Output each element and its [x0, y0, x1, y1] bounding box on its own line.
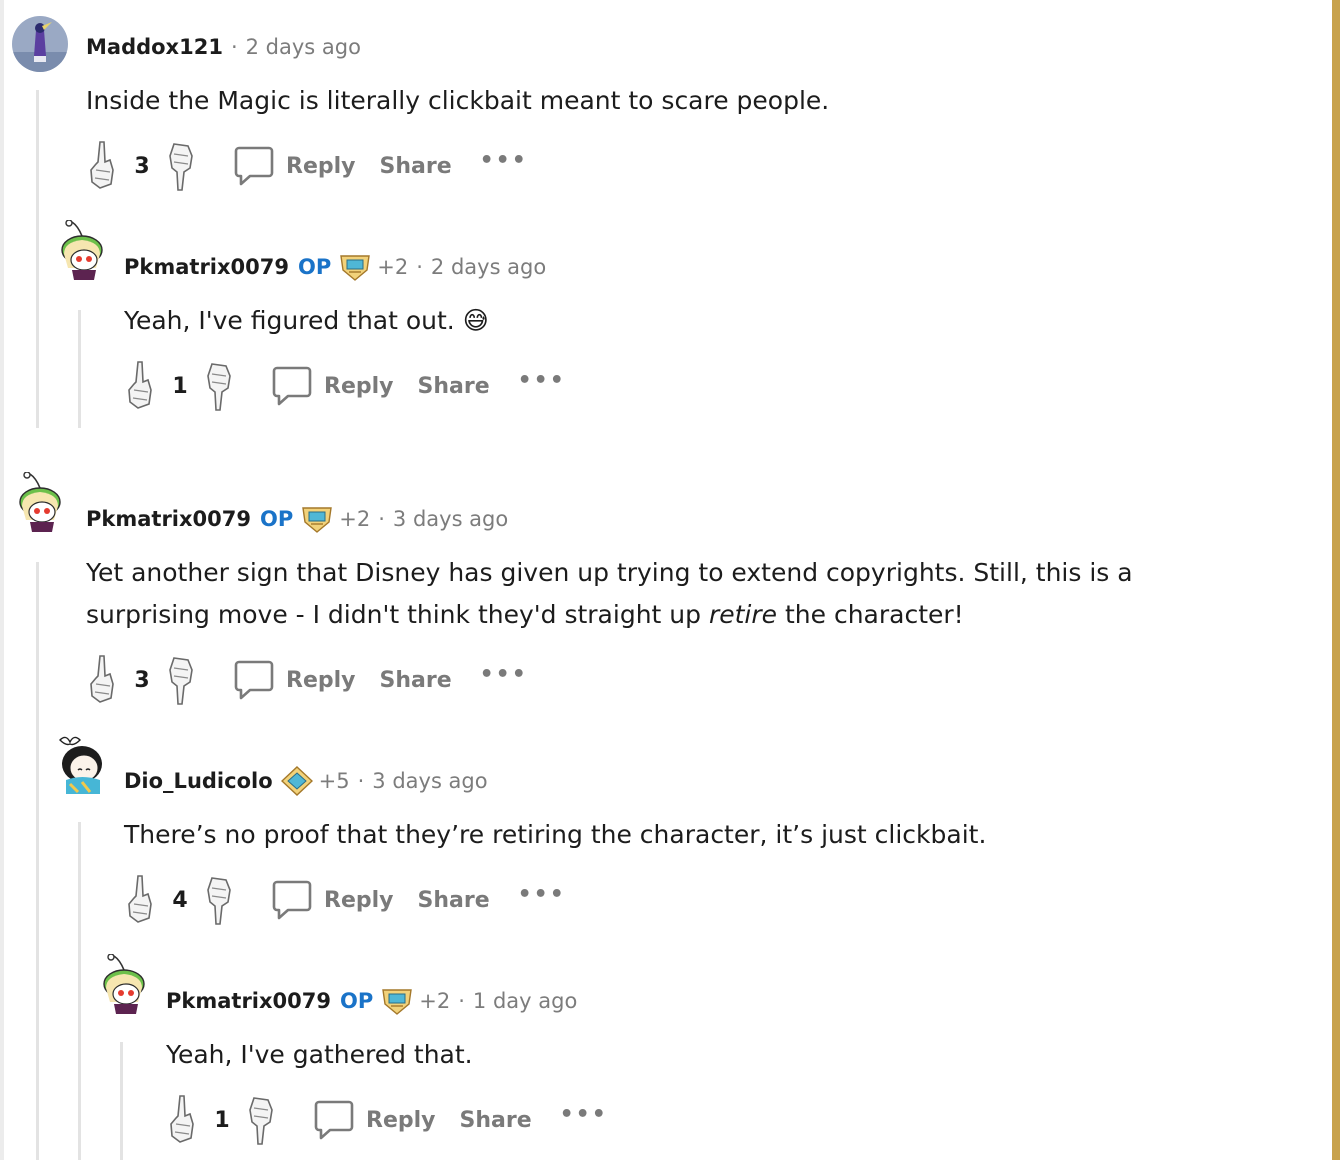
share-button[interactable]: Share — [380, 668, 452, 693]
separator-dot: · — [416, 255, 423, 279]
thread-line[interactable] — [120, 1042, 123, 1160]
comment-bubble-icon — [272, 365, 312, 407]
comment-bubble-icon — [234, 145, 274, 187]
comment-bubble-icon — [234, 659, 274, 701]
op-badge: OP — [260, 507, 294, 531]
upvote-icon[interactable] — [86, 654, 120, 706]
timestamp[interactable]: 2 days ago — [246, 35, 361, 59]
reply-label: Reply — [286, 153, 356, 179]
comment-body: Inside the Magic is literally clickbait … — [86, 86, 830, 115]
award-count: +5 — [318, 769, 350, 793]
body-text-emphasis: retire — [708, 600, 778, 629]
comment-bubble-icon — [272, 879, 312, 921]
award-badge-icon — [301, 504, 333, 534]
share-button[interactable]: Share — [460, 1108, 532, 1133]
body-text-segment: the character! — [777, 600, 964, 629]
username[interactable]: Dio_Ludicolo — [124, 769, 273, 793]
avatar[interactable] — [12, 16, 68, 72]
timestamp[interactable]: 3 days ago — [393, 507, 508, 531]
reply-button[interactable]: Reply — [272, 879, 394, 921]
reply-label: Reply — [324, 373, 394, 399]
comment-meta: Pkmatrix0079 OP +2 · 1 day ago — [166, 986, 577, 1016]
more-options-icon[interactable]: ••• — [518, 368, 566, 393]
timestamp[interactable]: 1 day ago — [473, 989, 577, 1013]
op-badge: OP — [298, 255, 332, 279]
vote-score: 1 — [214, 1107, 230, 1133]
reply-label: Reply — [324, 887, 394, 913]
body-text-segment: surprising move - I didn't think they'd … — [86, 600, 709, 629]
award-count: +2 — [377, 255, 409, 279]
comment-body: There’s no proof that they’re retiring t… — [124, 820, 987, 849]
downvote-icon[interactable] — [164, 140, 198, 192]
comment-meta: Pkmatrix0079 OP +2 · 2 days ago — [124, 252, 546, 282]
award-count: +2 — [419, 989, 451, 1013]
comment-meta: Pkmatrix0079 OP +2 · 3 days ago — [86, 504, 508, 534]
downvote-icon[interactable] — [164, 654, 198, 706]
reply-button[interactable]: Reply — [234, 145, 356, 187]
left-edge — [0, 0, 4, 1160]
thread-line[interactable] — [78, 310, 81, 428]
award-badge-icon — [381, 986, 413, 1016]
username[interactable]: Pkmatrix0079 — [124, 255, 289, 279]
vote-score: 3 — [134, 667, 150, 693]
comment-meta: Dio_Ludicolo +5 · 3 days ago — [124, 766, 488, 796]
share-button[interactable]: Share — [380, 154, 452, 179]
more-options-icon[interactable]: ••• — [480, 148, 528, 173]
vote-score: 1 — [172, 373, 188, 399]
comment-body-line: surprising move - I didn't think they'd … — [86, 594, 1133, 636]
comment-actions: 1 Reply Share ••• — [124, 360, 566, 412]
more-options-icon[interactable]: ••• — [560, 1102, 608, 1127]
right-accent-bar — [1332, 0, 1340, 1160]
more-options-icon[interactable]: ••• — [518, 882, 566, 907]
thread-line[interactable] — [78, 822, 81, 1160]
reply-label: Reply — [286, 667, 356, 693]
op-badge: OP — [340, 989, 374, 1013]
downvote-icon[interactable] — [202, 360, 236, 412]
upvote-icon[interactable] — [124, 360, 158, 412]
comment-body-line: Yet another sign that Disney has given u… — [86, 558, 1133, 587]
thread-line[interactable] — [36, 90, 39, 428]
avatar[interactable] — [54, 220, 110, 292]
comment-body: Yet another sign that Disney has given u… — [86, 552, 1133, 636]
upvote-icon[interactable] — [124, 874, 158, 926]
separator-dot: · — [230, 35, 238, 59]
comment-body: Yeah, I've figured that out. 😅 — [124, 306, 489, 335]
timestamp[interactable]: 3 days ago — [372, 769, 487, 793]
reply-button[interactable]: Reply — [272, 365, 394, 407]
comment-body: Yeah, I've gathered that. — [166, 1040, 473, 1069]
comment-bubble-icon — [314, 1099, 354, 1141]
downvote-icon[interactable] — [244, 1094, 278, 1146]
reply-button[interactable]: Reply — [234, 659, 356, 701]
award-badge-icon — [339, 252, 371, 282]
upvote-icon[interactable] — [86, 140, 120, 192]
separator-dot: · — [378, 507, 385, 531]
avatar[interactable] — [54, 736, 110, 806]
comment-actions: 1 Reply Share ••• — [166, 1094, 608, 1146]
vote-score: 4 — [172, 887, 188, 913]
username[interactable]: Maddox121 — [86, 35, 223, 59]
upvote-icon[interactable] — [166, 1094, 200, 1146]
comment-actions: 3 Reply Share ••• — [86, 140, 528, 192]
thread-line[interactable] — [36, 562, 39, 1160]
downvote-icon[interactable] — [202, 874, 236, 926]
award-count: +2 — [339, 507, 371, 531]
comment-actions: 4 Reply Share ••• — [124, 874, 566, 926]
avatar[interactable] — [12, 472, 68, 544]
avatar[interactable] — [96, 954, 152, 1026]
timestamp[interactable]: 2 days ago — [431, 255, 546, 279]
separator-dot: · — [357, 769, 365, 793]
more-options-icon[interactable]: ••• — [480, 662, 528, 687]
reply-label: Reply — [366, 1107, 436, 1133]
separator-dot: · — [458, 989, 465, 1013]
share-button[interactable]: Share — [418, 888, 490, 913]
reply-button[interactable]: Reply — [314, 1099, 436, 1141]
username[interactable]: Pkmatrix0079 — [166, 989, 331, 1013]
award-badge-icon — [280, 766, 313, 796]
share-button[interactable]: Share — [418, 374, 490, 399]
comment-actions: 3 Reply Share ••• — [86, 654, 528, 706]
comment-meta: Maddox121 · 2 days ago — [86, 32, 361, 62]
vote-score: 3 — [134, 153, 150, 179]
username[interactable]: Pkmatrix0079 — [86, 507, 251, 531]
